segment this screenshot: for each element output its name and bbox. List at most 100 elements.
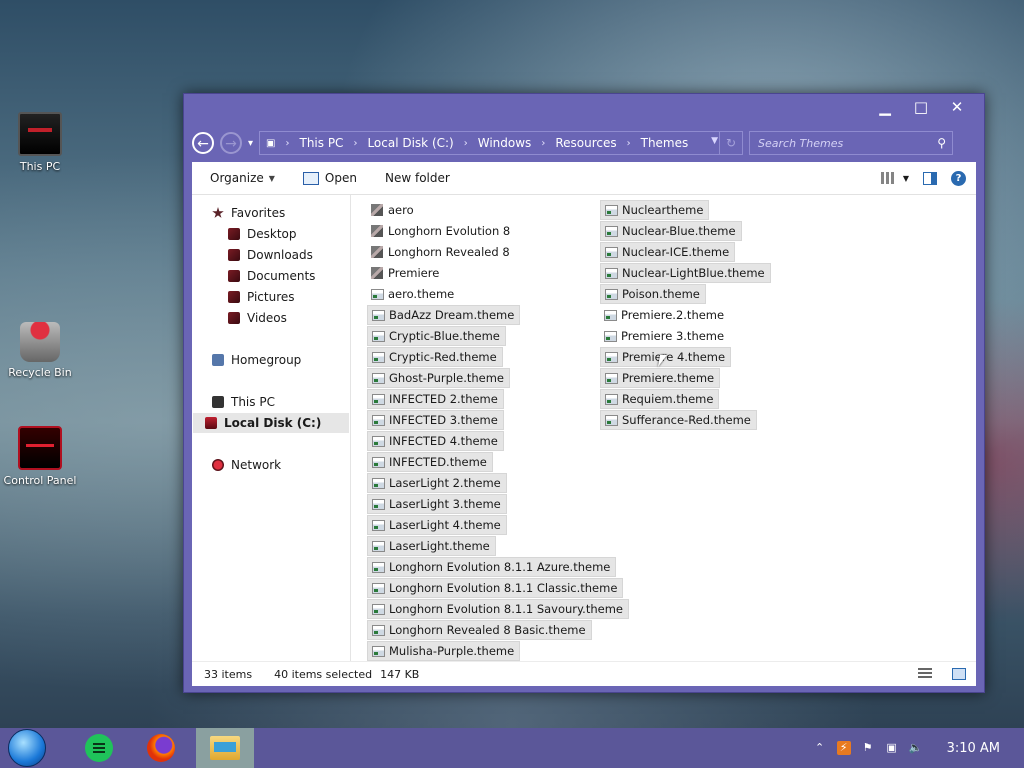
close-button[interactable]: ✕ [942, 96, 972, 118]
file-item[interactable]: Nuclear-ICE.theme [600, 242, 736, 262]
app-tray-icon[interactable]: ⚡ [836, 741, 851, 755]
clock[interactable]: 3:10 AM [947, 741, 1000, 756]
recent-locations-button[interactable]: ▾ [248, 138, 253, 149]
folder-item[interactable]: aero [367, 200, 419, 220]
file-item[interactable]: Cryptic-Blue.theme [367, 326, 506, 346]
desktop-icon-control-panel[interactable]: Control Panel [0, 426, 80, 487]
change-view-button[interactable]: ▼ [880, 172, 909, 184]
file-name: Poison.theme [622, 287, 700, 301]
file-item[interactable]: Nuclear-Blue.theme [600, 221, 742, 241]
minimize-button[interactable]: ▁ [870, 96, 900, 118]
file-name: LaserLight 3.theme [389, 497, 501, 511]
nav-item-desktop[interactable]: Desktop [228, 224, 297, 244]
help-icon[interactable]: ? [951, 170, 966, 186]
theme-file-icon [605, 204, 618, 216]
file-item[interactable]: Longhorn Evolution 8.1.1 Classic.theme [367, 578, 624, 598]
back-button[interactable]: ← [192, 132, 214, 154]
breadcrumb-windows[interactable]: Windows [478, 136, 532, 150]
file-item[interactable]: Ghost-Purple.theme [367, 368, 511, 388]
file-item[interactable]: Longhorn Evolution 8.1.1 Savoury.theme [367, 599, 629, 619]
organize-button[interactable]: Organize ▼ [200, 171, 285, 185]
desktop-folder-icon [228, 228, 240, 240]
volume-icon[interactable]: 🔈 [909, 741, 923, 755]
file-item[interactable]: LaserLight 4.theme [367, 515, 507, 535]
theme-file-icon [372, 393, 385, 405]
file-item[interactable]: Nucleartheme [600, 200, 710, 220]
file-item[interactable]: INFECTED.theme [367, 452, 493, 472]
file-item[interactable]: LaserLight 2.theme [367, 473, 507, 493]
folder-icon [371, 204, 383, 216]
folder-item[interactable]: Longhorn Revealed 8 [367, 242, 515, 262]
breadcrumb-themes[interactable]: Themes [641, 136, 689, 150]
taskbar-app-firefox[interactable] [136, 728, 186, 768]
nav-item-this-pc[interactable]: This PC [212, 392, 275, 412]
breadcrumb-separator: › [285, 137, 290, 149]
file-item[interactable]: Poison.theme [600, 284, 706, 304]
file-item[interactable]: INFECTED 2.theme [367, 389, 504, 409]
start-button[interactable] [8, 729, 46, 767]
file-item[interactable]: Cryptic-Red.theme [367, 347, 503, 367]
file-name: Sufferance-Red.theme [622, 413, 751, 427]
refresh-icon[interactable]: ↻ [719, 132, 742, 154]
nav-item-downloads[interactable]: Downloads [228, 245, 313, 265]
preview-pane-icon[interactable] [923, 171, 937, 185]
file-item[interactable]: Premiere 3.theme [600, 326, 729, 346]
file-item[interactable]: Mulisha-Purple.theme [367, 641, 521, 661]
theme-file-icon [605, 246, 618, 258]
file-name: aero.theme [388, 287, 455, 301]
nav-item-network[interactable]: Network [212, 455, 281, 475]
forward-button[interactable]: → [220, 132, 242, 154]
file-item[interactable]: Longhorn Evolution 8.1.1 Azure.theme [367, 557, 617, 577]
action-center-flag-icon[interactable]: ⚑ [861, 741, 875, 755]
file-item[interactable]: Premiere.2.theme [600, 305, 729, 325]
nav-item-local-disk[interactable]: Local Disk (C:) [193, 413, 349, 433]
file-item[interactable]: LaserLight.theme [367, 536, 496, 556]
breadcrumb-resources[interactable]: Resources [555, 136, 616, 150]
file-item[interactable]: Longhorn Revealed 8 Basic.theme [367, 620, 592, 640]
file-item[interactable]: Nuclear-LightBlue.theme [600, 263, 771, 283]
breadcrumb-this-pc[interactable]: This PC [299, 136, 343, 150]
file-item[interactable]: Sufferance-Red.theme [600, 410, 757, 430]
theme-file-icon [605, 351, 618, 363]
nav-item-favorites[interactable]: Favorites [212, 203, 285, 223]
taskbar-app-file-explorer[interactable] [196, 728, 254, 768]
window-controls: ▁ □ ✕ [870, 96, 972, 118]
open-button[interactable]: Open [293, 171, 367, 185]
desktop-icon-this-pc[interactable]: This PC [0, 112, 80, 173]
new-folder-button[interactable]: New folder [375, 171, 460, 185]
nav-item-documents[interactable]: Documents [228, 266, 315, 286]
address-dropdown-icon[interactable]: ▼ [711, 136, 718, 146]
address-bar[interactable]: ▣ › This PC › Local Disk (C:) › Windows … [259, 131, 744, 155]
nav-item-homegroup[interactable]: Homegroup [212, 350, 301, 370]
nav-item-videos[interactable]: Videos [228, 308, 287, 328]
taskbar-app-notes[interactable] [74, 728, 124, 768]
documents-folder-icon [228, 270, 240, 282]
file-item[interactable]: INFECTED 4.theme [367, 431, 504, 451]
file-name: Requiem.theme [622, 392, 714, 406]
file-item[interactable]: BadAzz Dream.theme [367, 305, 521, 325]
search-icon[interactable]: ⚲ [937, 136, 946, 150]
file-item[interactable]: INFECTED 3.theme [367, 410, 504, 430]
file-name: Nuclear-ICE.theme [622, 245, 730, 259]
details-view-icon[interactable] [918, 668, 932, 678]
folder-item[interactable]: Premiere [367, 263, 444, 283]
file-item[interactable]: Requiem.theme [600, 389, 720, 409]
file-item[interactable]: Premiere.theme [600, 368, 721, 388]
breadcrumb-local-disk[interactable]: Local Disk (C:) [367, 136, 453, 150]
desktop-icon-recycle-bin[interactable]: Recycle Bin [0, 322, 80, 379]
file-name: Nuclear-LightBlue.theme [622, 266, 765, 280]
network-tray-icon[interactable]: ▣ [885, 741, 899, 755]
show-hidden-icons-icon[interactable]: ⌃ [813, 741, 827, 755]
nav-label: Homegroup [231, 353, 302, 367]
folder-item[interactable]: Longhorn Evolution 8 [367, 221, 515, 241]
videos-folder-icon [228, 312, 240, 324]
large-icons-view-icon[interactable] [952, 668, 966, 680]
search-box[interactable]: ⚲ [749, 131, 954, 155]
maximize-button[interactable]: □ [906, 96, 936, 118]
nav-item-pictures[interactable]: Pictures [228, 287, 295, 307]
nav-label: Network [231, 458, 282, 472]
file-item[interactable]: aero.theme [367, 284, 459, 304]
theme-file-icon [372, 477, 385, 489]
search-input[interactable] [756, 135, 921, 151]
file-item[interactable]: LaserLight 3.theme [367, 494, 507, 514]
